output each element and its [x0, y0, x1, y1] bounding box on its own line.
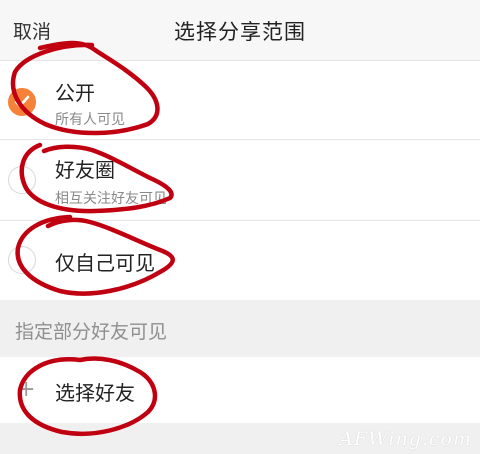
select-friends-label: 选择好友: [55, 381, 135, 405]
option-private[interactable]: 仅自己可见: [0, 221, 480, 300]
bottom-spacer: AFWing.com: [0, 423, 480, 454]
option-label: 仅自己可见: [55, 251, 155, 275]
option-sublabel: 相互关注好友可见: [55, 191, 167, 207]
section-title: 指定部分好友可见: [15, 321, 168, 343]
radio-icon[interactable]: [8, 166, 36, 194]
plus-icon: +: [17, 377, 36, 402]
checkmark-icon[interactable]: [8, 88, 36, 116]
option-public[interactable]: 公开 所有人可见: [0, 61, 480, 140]
section-header: 指定部分好友可见: [0, 300, 480, 357]
option-label: 好友圈: [55, 158, 115, 182]
nav-header: 取消 选择分享范围: [0, 0, 480, 61]
watermark: AFWing.com: [339, 428, 472, 450]
option-sublabel: 所有人可见: [55, 112, 125, 128]
option-friends[interactable]: 好友圈 相互关注好友可见: [0, 140, 480, 221]
select-friends-row[interactable]: + 选择好友: [0, 357, 480, 423]
radio-icon[interactable]: [8, 246, 36, 274]
option-label: 公开: [55, 81, 95, 105]
page-title: 选择分享范围: [174, 20, 306, 44]
